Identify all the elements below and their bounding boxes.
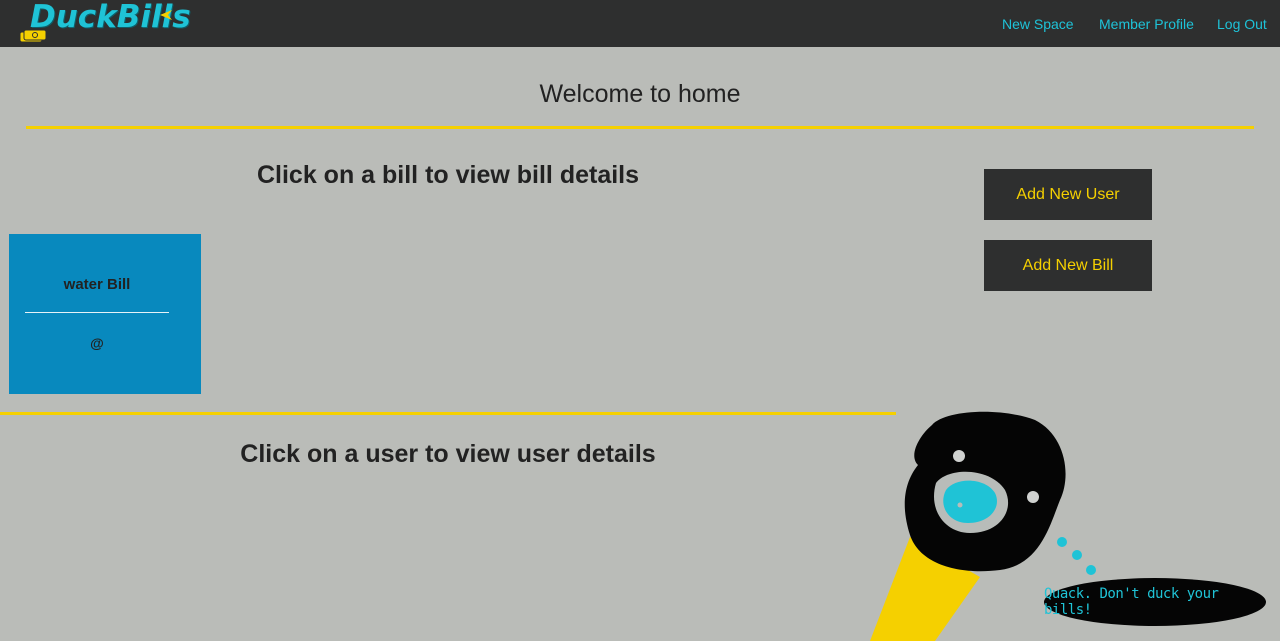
bills-heading: Click on a bill to view bill details [256, 161, 640, 189]
nav-member-profile-link[interactable]: Member Profile [1099, 16, 1194, 32]
arrow-icon [160, 10, 172, 20]
top-navbar: DuckBills New Space Member Profile Log O… [0, 0, 1280, 47]
bill-meta: @ [90, 335, 104, 351]
users-heading: Click on a user to view user details [240, 440, 656, 468]
bill-name: water Bill [63, 276, 131, 293]
logo[interactable]: DuckBills [18, 0, 191, 47]
speech-bubble: Quack. Don't duck your bills! [1044, 578, 1266, 626]
add-new-bill-button[interactable]: Add New Bill [984, 240, 1152, 291]
add-new-user-button[interactable]: Add New User [984, 169, 1152, 220]
bill-card[interactable]: water Bill @ [9, 234, 201, 394]
title-divider [26, 126, 1254, 129]
nav-log-out-link[interactable]: Log Out [1217, 16, 1267, 32]
nav-new-space-link[interactable]: New Space [1002, 16, 1074, 32]
speech-text: Quack. Don't duck your bills! [1044, 586, 1219, 618]
section-divider [0, 412, 896, 415]
bill-card-divider [25, 312, 169, 313]
page-title: Welcome to home [539, 80, 741, 108]
